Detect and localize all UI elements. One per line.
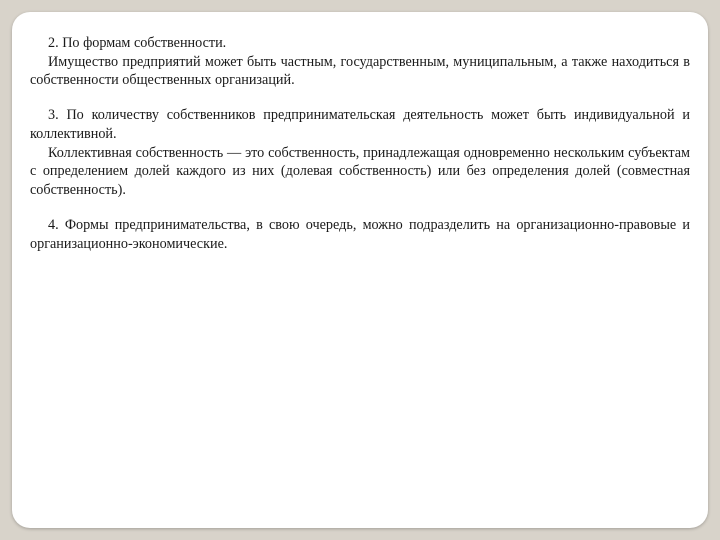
paragraph-entrepreneurship-forms: 4. Формы предпринимательства, в свою оче… [30,216,690,253]
text-line: Имущество предприятий может быть частным… [30,53,690,90]
text-line: 2. По формам собственности. [30,34,690,53]
paragraph-owner-count: 3. По количеству собственников предприни… [30,106,690,200]
text-line: 4. Формы предпринимательства, в свою оче… [30,217,690,252]
paragraph-forms-ownership: 2. По формам собственности. Имущество пр… [30,34,690,90]
document-card: 2. По формам собственности. Имущество пр… [12,12,708,528]
text-line: Коллективная собственность — это собстве… [30,144,690,200]
text-line: 3. По количеству собственников предприни… [30,106,690,143]
